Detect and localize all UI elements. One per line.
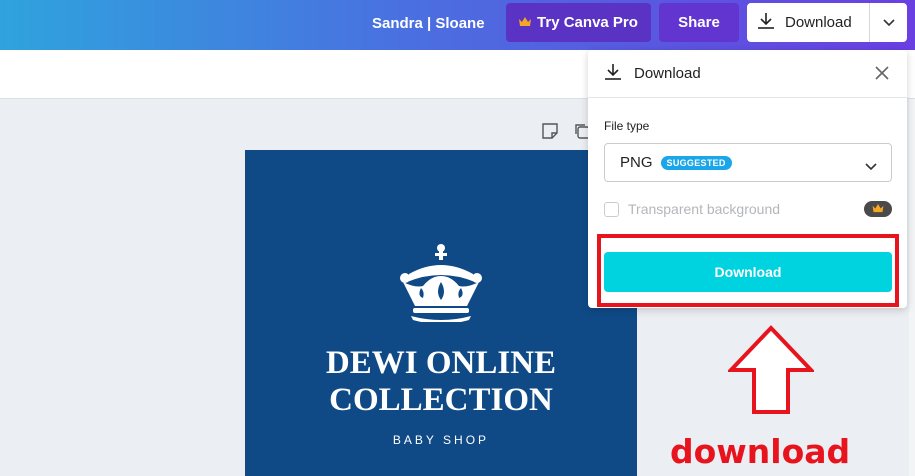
share-label: Share	[678, 14, 720, 31]
chevron-down-icon	[882, 14, 895, 31]
download-icon	[604, 63, 622, 85]
file-type-label: File type	[604, 119, 650, 133]
design-subtitle: BABY SHOP	[392, 433, 490, 447]
page-actions	[541, 122, 591, 145]
share-button[interactable]: Share	[659, 3, 739, 42]
design-title-line1: DEWI ONLINE	[325, 345, 557, 381]
sticky-note-icon[interactable]	[541, 122, 559, 145]
download-options-toggle[interactable]	[870, 3, 907, 42]
chevron-down-icon	[865, 158, 877, 175]
design-title: DEWI ONLINE COLLECTION	[245, 345, 637, 419]
user-name[interactable]: Sandra | Sloane	[372, 15, 485, 32]
file-type-value: PNG	[620, 154, 653, 171]
top-bar: Sandra | Sloane Try Canva Pro Share Down…	[0, 0, 915, 50]
close-icon[interactable]	[875, 66, 889, 85]
suggested-badge: SUGGESTED	[660, 155, 732, 170]
design-title-line2: COLLECTION	[329, 382, 553, 418]
crown-icon	[397, 242, 485, 327]
transparent-background-label: Transparent background	[628, 201, 781, 217]
download-panel: Download File type PNG SUGGESTED Transpa…	[588, 50, 907, 308]
download-main[interactable]: Download	[747, 3, 869, 42]
vertical-scrollbar[interactable]	[909, 99, 915, 476]
transparent-background-option[interactable]: Transparent background	[604, 201, 780, 217]
crown-icon	[872, 200, 884, 218]
file-type-select[interactable]: PNG SUGGESTED	[604, 143, 892, 182]
try-canva-pro-label: Try Canva Pro	[537, 14, 638, 31]
panel-title: Download	[634, 65, 701, 82]
download-icon	[757, 12, 775, 34]
try-canva-pro-button[interactable]: Try Canva Pro	[506, 3, 651, 42]
annotation-highlight-box	[597, 234, 899, 307]
panel-header: Download	[588, 50, 907, 98]
pro-crown-badge	[864, 201, 892, 217]
up-arrow-icon	[726, 325, 816, 420]
design-canvas[interactable]: DEWI ONLINE COLLECTION BABY SHOP	[245, 150, 637, 476]
download-button-top[interactable]: Download	[747, 3, 907, 42]
annotation-label: download	[670, 432, 851, 471]
crown-icon	[519, 14, 532, 31]
transparent-background-checkbox[interactable]	[604, 201, 619, 217]
download-label-top: Download	[785, 14, 852, 31]
